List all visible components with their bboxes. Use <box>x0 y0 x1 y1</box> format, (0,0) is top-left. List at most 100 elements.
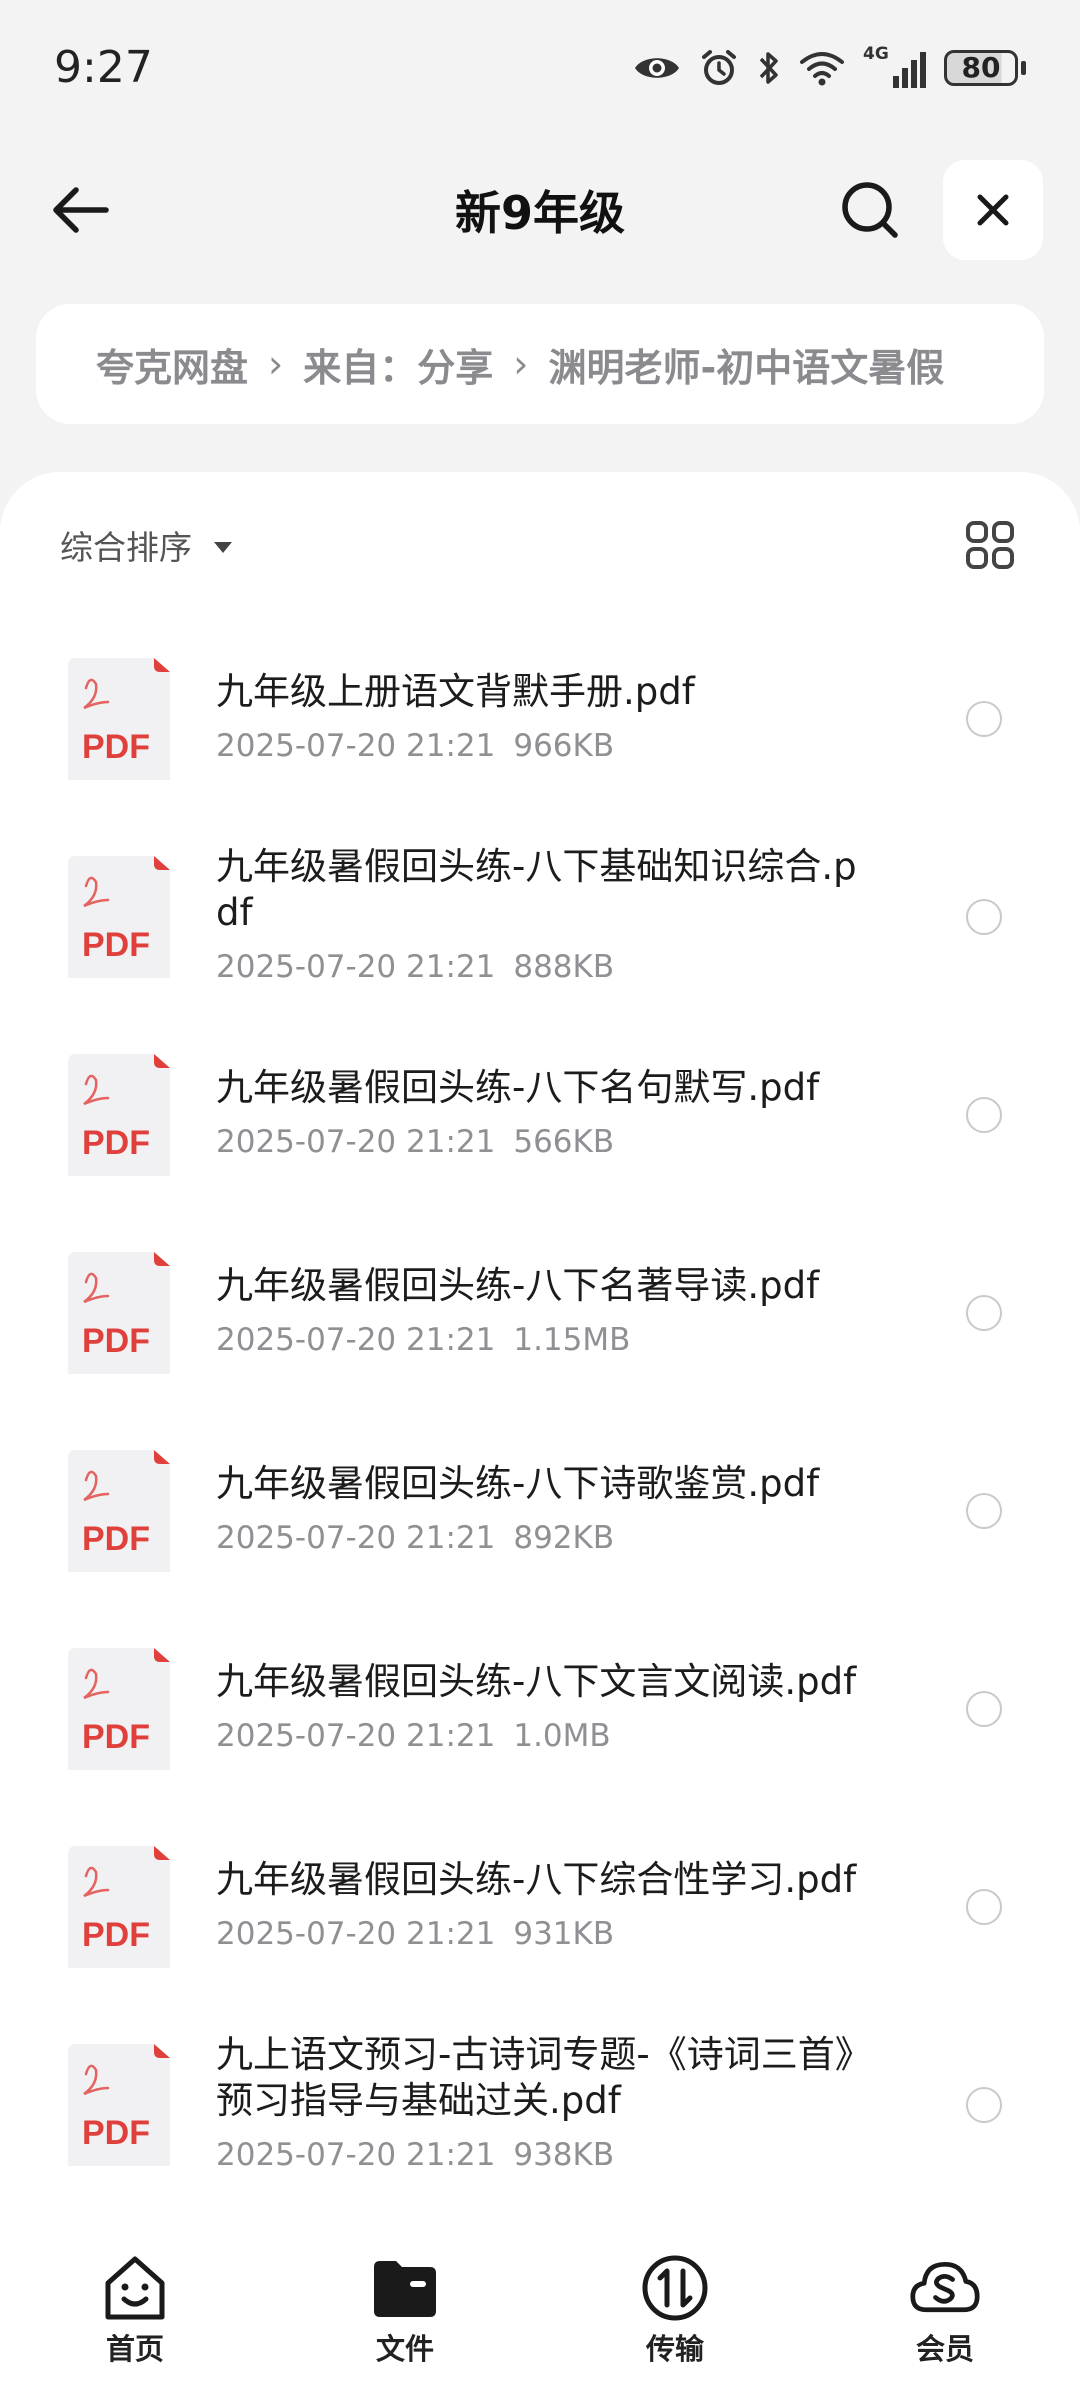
file-row[interactable]: PDF 九年级暑假回头练-八下文言文阅读.pdf 2025-07-20 21:2… <box>0 1610 1080 1808</box>
sort-button[interactable]: 综合排序 <box>60 521 232 569</box>
back-button[interactable] <box>40 175 120 245</box>
folder-icon <box>374 2261 436 2317</box>
cloud-member-icon <box>910 2261 980 2313</box>
eye-icon <box>635 57 679 78</box>
search-icon <box>842 182 898 238</box>
file-name: 九年级暑假回头练-八下文言文阅读.pdf <box>216 1660 857 1703</box>
file-info: 九上语文预习-古诗词专题-《诗词三首》预习指导与基础过关.pdf 2025-07… <box>216 2032 876 2178</box>
file-row[interactable]: PDF 九年级暑假回头练-八下综合性学习.pdf 2025-07-20 21:2… <box>0 1808 1080 2006</box>
select-radio[interactable] <box>966 1691 1002 1727</box>
select-radio[interactable] <box>966 1493 1002 1529</box>
breadcrumb-item-folder[interactable]: 渊明老师-初中语文暑假 <box>548 337 944 392</box>
file-list: PDF 九年级上册语文背默手册.pdf 2025-07-20 21:21 966K… <box>0 620 1080 2204</box>
file-size: 931KB <box>513 1916 615 1952</box>
pdf-file-icon: PDF <box>68 1648 170 1770</box>
sort-row: 综合排序 <box>60 512 1020 578</box>
file-row[interactable]: PDF 九年级暑假回头练-八下基础知识综合.pdf 2025-07-20 21:… <box>0 818 1080 1016</box>
bottom-nav: 首页 文件 传输 会员 <box>0 2222 1080 2388</box>
file-row[interactable]: PDF 九年级暑假回头练-八下名句默写.pdf 2025-07-20 21:21… <box>0 1016 1080 1214</box>
select-radio[interactable] <box>966 701 1002 737</box>
breadcrumb-item-share[interactable]: 来自：分享 <box>303 337 493 392</box>
transfer-icon <box>642 2255 708 2321</box>
close-icon <box>977 194 1009 226</box>
nav-item-member[interactable]: 会员 <box>845 2222 1045 2388</box>
file-row[interactable]: PDF 九上语文预习-古诗词专题-《诗词三首》预习指导与基础过关.pdf 202… <box>0 2006 1080 2204</box>
svg-text:PDF: PDF <box>82 926 150 964</box>
pdf-file-icon: PDF <box>68 2044 170 2166</box>
file-row[interactable]: PDF 九年级上册语文背默手册.pdf 2025-07-20 21:21 966K… <box>0 620 1080 818</box>
status-time: 9:27 <box>54 42 153 93</box>
svg-text:PDF: PDF <box>82 1718 150 1756</box>
select-radio[interactable] <box>966 1097 1002 1133</box>
svg-text:PDF: PDF <box>82 1916 150 1954</box>
file-row[interactable]: PDF 九年级暑假回头练-八下名著导读.pdf 2025-07-20 21:21… <box>0 1214 1080 1412</box>
grid-view-button[interactable] <box>960 515 1020 575</box>
file-size: 892KB <box>513 1520 615 1556</box>
pdf-file-icon: PDF <box>68 856 170 978</box>
file-meta: 2025-07-20 21:21 931KB <box>216 1911 876 1957</box>
pdf-file-icon: PDF <box>68 1846 170 1968</box>
svg-text:PDF: PDF <box>82 2114 150 2152</box>
nav-label-transfer: 传输 <box>645 2332 704 2366</box>
close-button[interactable] <box>943 160 1043 260</box>
file-date: 2025-07-20 21:21 <box>216 1718 496 1754</box>
file-date: 2025-07-20 21:21 <box>216 1520 496 1556</box>
file-name: 九年级暑假回头练-八下名句默写.pdf <box>216 1066 820 1109</box>
pdf-file-icon: PDF <box>68 658 170 780</box>
battery-indicator: 80 <box>944 49 1026 86</box>
file-info: 九年级上册语文背默手册.pdf 2025-07-20 21:21 966KB <box>216 669 876 769</box>
file-meta: 2025-07-20 21:21 888KB <box>216 944 876 990</box>
file-date: 2025-07-20 21:21 <box>216 728 496 764</box>
search-button[interactable] <box>830 175 910 245</box>
file-size: 938KB <box>513 2137 615 2173</box>
file-date: 2025-07-20 21:21 <box>216 1124 496 1160</box>
grid-icon <box>966 521 1014 569</box>
select-radio[interactable] <box>966 2087 1002 2123</box>
select-radio[interactable] <box>966 899 1002 935</box>
file-info: 九年级暑假回头练-八下基础知识综合.pdf 2025-07-20 21:21 88… <box>216 844 876 990</box>
breadcrumb-separator: › <box>513 342 529 386</box>
file-info: 九年级暑假回头练-八下名句默写.pdf 2025-07-20 21:21 566K… <box>216 1065 876 1165</box>
breadcrumb: 夸克网盘 › 来自：分享 › 渊明老师-初中语文暑假 <box>36 304 1044 424</box>
file-meta: 2025-07-20 21:21 1.0MB <box>216 1713 876 1759</box>
file-info: 九年级暑假回头练-八下名著导读.pdf 2025-07-20 21:21 1.15… <box>216 1263 876 1363</box>
pdf-file-icon: PDF <box>68 1252 170 1374</box>
bluetooth-icon <box>759 51 778 84</box>
nav-label-member: 会员 <box>915 2332 974 2366</box>
svg-text:PDF: PDF <box>82 728 150 766</box>
alarm-icon <box>702 49 736 85</box>
file-name: 九年级上册语文背默手册.pdf <box>216 670 695 713</box>
file-meta: 2025-07-20 21:21 966KB <box>216 723 876 769</box>
file-name: 九年级暑假回头练-八下综合性学习.pdf <box>216 1858 857 1901</box>
header: 新9年级 <box>0 155 1080 265</box>
file-date: 2025-07-20 21:21 <box>216 2137 496 2173</box>
file-size: 1.15MB <box>513 1322 631 1358</box>
nav-item-files[interactable]: 文件 <box>305 2222 505 2388</box>
pdf-file-icon: PDF <box>68 1450 170 1572</box>
status-bar: 9:27 4G 80 <box>0 0 1080 135</box>
file-name: 九上语文预习-古诗词专题-《诗词三首》预习指导与基础过关.pdf <box>216 2033 872 2122</box>
file-date: 2025-07-20 21:21 <box>216 1322 496 1358</box>
nav-label-home: 首页 <box>105 2332 164 2366</box>
svg-text:PDF: PDF <box>82 1124 150 1162</box>
svg-text:PDF: PDF <box>82 1520 150 1558</box>
file-size: 888KB <box>513 949 615 985</box>
file-info: 九年级暑假回头练-八下诗歌鉴赏.pdf 2025-07-20 21:21 892K… <box>216 1461 876 1561</box>
nav-item-transfer[interactable]: 传输 <box>575 2222 775 2388</box>
battery-level: 80 <box>944 49 1018 86</box>
nav-item-home[interactable]: 首页 <box>35 2222 235 2388</box>
file-name: 九年级暑假回头练-八下诗歌鉴赏.pdf <box>216 1462 820 1505</box>
select-radio[interactable] <box>966 1889 1002 1925</box>
file-row[interactable]: PDF 九年级暑假回头练-八下诗歌鉴赏.pdf 2025-07-20 21:21… <box>0 1412 1080 1610</box>
file-size: 966KB <box>513 728 615 764</box>
pdf-file-icon: PDF <box>68 1054 170 1176</box>
breadcrumb-separator: › <box>268 342 284 386</box>
select-radio[interactable] <box>966 1295 1002 1331</box>
sort-label: 综合排序 <box>60 528 192 567</box>
breadcrumb-item-quark-drive[interactable]: 夸克网盘 <box>96 337 248 392</box>
file-name: 九年级暑假回头练-八下基础知识综合.pdf <box>216 845 857 934</box>
page-title: 新9年级 <box>454 186 625 240</box>
nav-label-files: 文件 <box>375 2332 434 2366</box>
cellular-signal: 4G <box>863 44 926 88</box>
arrow-left-icon <box>53 187 109 233</box>
